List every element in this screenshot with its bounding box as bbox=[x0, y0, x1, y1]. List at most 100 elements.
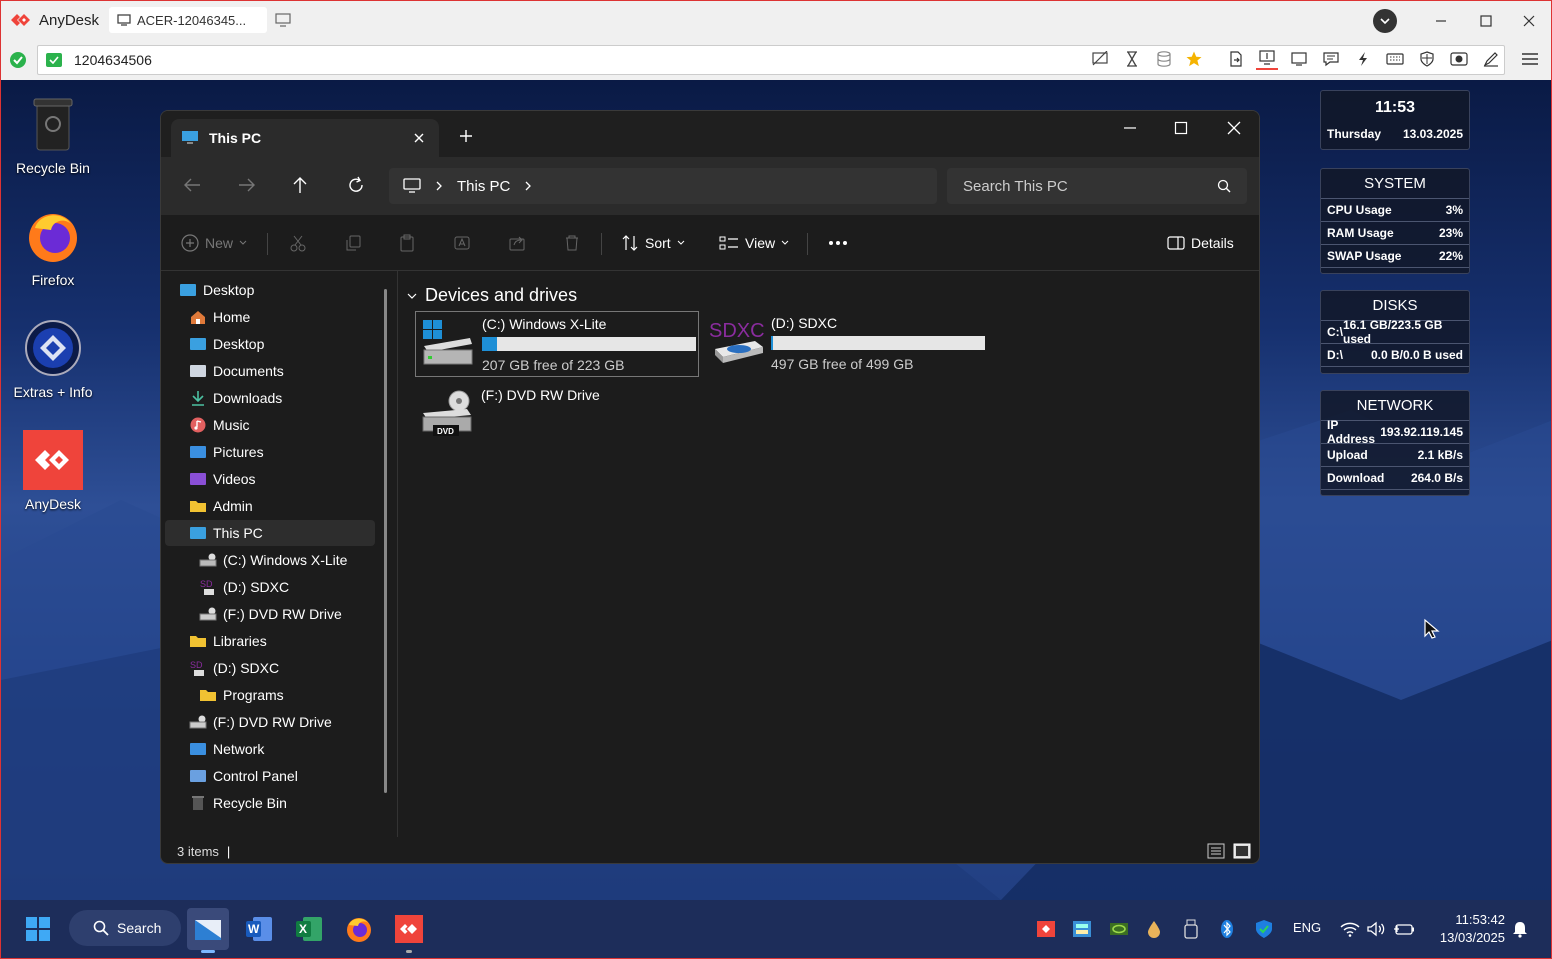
address-bar[interactable]: This PC bbox=[389, 168, 937, 204]
refresh-button[interactable] bbox=[347, 176, 365, 194]
tray-anydesk[interactable] bbox=[1035, 918, 1057, 940]
copy-button[interactable] bbox=[344, 229, 362, 257]
tray-battery[interactable] bbox=[1393, 918, 1415, 940]
tray-notifications[interactable] bbox=[1509, 918, 1531, 940]
tray-usb[interactable] bbox=[1180, 918, 1202, 940]
permissions-button[interactable] bbox=[1416, 48, 1438, 70]
taskbar-excel[interactable]: X bbox=[288, 908, 330, 950]
new-tab-button[interactable] bbox=[459, 129, 473, 143]
sidebar-item-videos[interactable]: Videos bbox=[165, 466, 375, 492]
sidebar-item-pictures[interactable]: Pictures bbox=[165, 439, 375, 465]
address-field[interactable]: 1204634506 bbox=[37, 45, 1505, 75]
details-view-button[interactable] bbox=[1207, 842, 1225, 860]
tray-wifi[interactable] bbox=[1339, 918, 1361, 940]
share-button[interactable] bbox=[508, 229, 526, 257]
file-transfer-button[interactable] bbox=[1225, 48, 1247, 70]
view-mode-button[interactable] bbox=[1288, 48, 1310, 70]
main-menu-button[interactable] bbox=[1519, 48, 1541, 70]
sidebar-item-this-pc[interactable]: This PC bbox=[165, 520, 375, 546]
taskbar-search[interactable]: Search bbox=[69, 910, 181, 946]
sidebar-item-home[interactable]: Home bbox=[165, 304, 375, 330]
sidebar-item-admin[interactable]: Admin bbox=[165, 493, 375, 519]
explorer-close-button[interactable] bbox=[1227, 121, 1241, 135]
view-button[interactable]: View bbox=[719, 229, 789, 257]
record-button[interactable] bbox=[1448, 48, 1470, 70]
tab-this-pc[interactable]: This PC bbox=[171, 119, 439, 157]
minimize-button[interactable] bbox=[1433, 13, 1449, 29]
sidebar-item-downloads[interactable]: Downloads bbox=[165, 385, 375, 411]
taskbar-firefox[interactable] bbox=[338, 908, 380, 950]
sidebar-item-desktop[interactable]: Desktop bbox=[165, 331, 375, 357]
sidebar-item-f-dvd-rw-drive[interactable]: (F:) DVD RW Drive bbox=[165, 601, 375, 627]
section-header[interactable]: Devices and drives bbox=[407, 285, 577, 306]
drive-d[interactable]: SDXC (D:) SDXC 497 GB free of 499 GB bbox=[705, 311, 995, 377]
timer-button[interactable] bbox=[1121, 48, 1143, 70]
storage-button[interactable] bbox=[1153, 48, 1175, 70]
desktop-icon-recycle-bin[interactable]: Recycle Bin bbox=[1, 94, 105, 176]
actions-button[interactable] bbox=[1352, 48, 1374, 70]
sidebar-item-documents[interactable]: Documents bbox=[165, 358, 375, 384]
anydesk-session-tab[interactable]: ACER-12046345... bbox=[109, 7, 267, 33]
sidebar-scrollbar[interactable] bbox=[384, 289, 387, 793]
cut-button[interactable] bbox=[289, 229, 307, 257]
sidebar-item-desktop[interactable]: Desktop bbox=[165, 277, 375, 303]
sidebar-item-d-sdxc[interactable]: SD (D:) SDXC bbox=[165, 655, 375, 681]
start-button[interactable] bbox=[17, 908, 59, 950]
close-button[interactable] bbox=[1521, 13, 1537, 29]
tab-close-icon[interactable] bbox=[413, 132, 425, 144]
rename-button[interactable] bbox=[453, 229, 471, 257]
tray-drop[interactable] bbox=[1143, 918, 1165, 940]
desktop-icon-firefox[interactable]: Firefox bbox=[1, 206, 105, 288]
sidebar-item-c-windows-x-lite[interactable]: (C:) Windows X-Lite bbox=[165, 547, 375, 573]
tray-nvidia[interactable] bbox=[1108, 918, 1130, 940]
desktop-icon-anydesk[interactable]: AnyDesk bbox=[1, 430, 105, 512]
sidebar-item-f-dvd-rw-drive[interactable]: (F:) DVD RW Drive bbox=[165, 709, 375, 735]
taskbar-word[interactable]: W bbox=[238, 908, 280, 950]
explorer-minimize-button[interactable] bbox=[1123, 121, 1137, 135]
privacy-button[interactable] bbox=[1089, 48, 1111, 70]
display-button[interactable] bbox=[1256, 48, 1278, 70]
pane-divider[interactable] bbox=[397, 271, 398, 837]
back-button[interactable] bbox=[183, 177, 201, 193]
details-button[interactable]: Details bbox=[1167, 229, 1234, 257]
sidebar-item-recycle-bin[interactable]: Recycle Bin bbox=[165, 790, 375, 816]
sidebar-item-music[interactable]: Music bbox=[165, 412, 375, 438]
draw-button[interactable] bbox=[1480, 48, 1502, 70]
desktop-icon-extras-info[interactable]: Extras + Info bbox=[1, 318, 105, 400]
tray-security[interactable] bbox=[1253, 918, 1275, 940]
taskbar-clock[interactable]: 11:53:42 13/03/2025 bbox=[1425, 911, 1505, 947]
chat-button[interactable] bbox=[1320, 48, 1342, 70]
sidebar-item-network[interactable]: Network bbox=[165, 736, 375, 762]
windows-logo-icon bbox=[26, 917, 50, 941]
up-button[interactable] bbox=[292, 176, 308, 194]
new-button[interactable]: New bbox=[181, 229, 247, 257]
language-indicator[interactable]: ENG bbox=[1293, 920, 1321, 935]
search-box[interactable]: Search This PC bbox=[947, 168, 1247, 204]
tray-app-1[interactable] bbox=[1071, 918, 1093, 940]
paste-button[interactable] bbox=[398, 229, 416, 257]
more-options-button[interactable] bbox=[828, 229, 848, 257]
sidebar-item-control-panel[interactable]: Control Panel bbox=[165, 763, 375, 789]
sidebar-item-programs[interactable]: Programs bbox=[165, 682, 375, 708]
drive-c[interactable]: (C:) Windows X-Lite 207 GB free of 223 G… bbox=[415, 311, 699, 377]
keyboard-button[interactable] bbox=[1384, 48, 1406, 70]
explorer-maximize-button[interactable] bbox=[1174, 121, 1188, 135]
row-value: 264.0 B/s bbox=[1410, 471, 1463, 485]
drive-f[interactable]: DVD (F:) DVD RW Drive bbox=[415, 383, 699, 443]
breadcrumb-this-pc[interactable]: This PC bbox=[457, 178, 510, 195]
sort-button[interactable]: Sort bbox=[621, 229, 685, 257]
tray-bluetooth[interactable] bbox=[1216, 918, 1238, 940]
anydesk-menu-button[interactable] bbox=[1373, 9, 1397, 33]
sidebar-item-libraries[interactable]: Libraries bbox=[165, 628, 375, 654]
maximize-button[interactable] bbox=[1478, 13, 1494, 29]
taskbar-file-explorer[interactable] bbox=[187, 908, 229, 953]
new-session-button[interactable] bbox=[275, 13, 291, 27]
favorite-button[interactable] bbox=[1183, 48, 1205, 70]
forward-button[interactable] bbox=[238, 177, 256, 193]
sidebar-item-d-sdxc[interactable]: SD (D:) SDXC bbox=[165, 574, 375, 600]
tiles-view-button[interactable] bbox=[1233, 842, 1251, 860]
tray-volume[interactable] bbox=[1365, 918, 1387, 940]
monitor-icon bbox=[117, 14, 131, 26]
taskbar-anydesk[interactable] bbox=[388, 908, 430, 953]
delete-button[interactable] bbox=[563, 229, 581, 257]
